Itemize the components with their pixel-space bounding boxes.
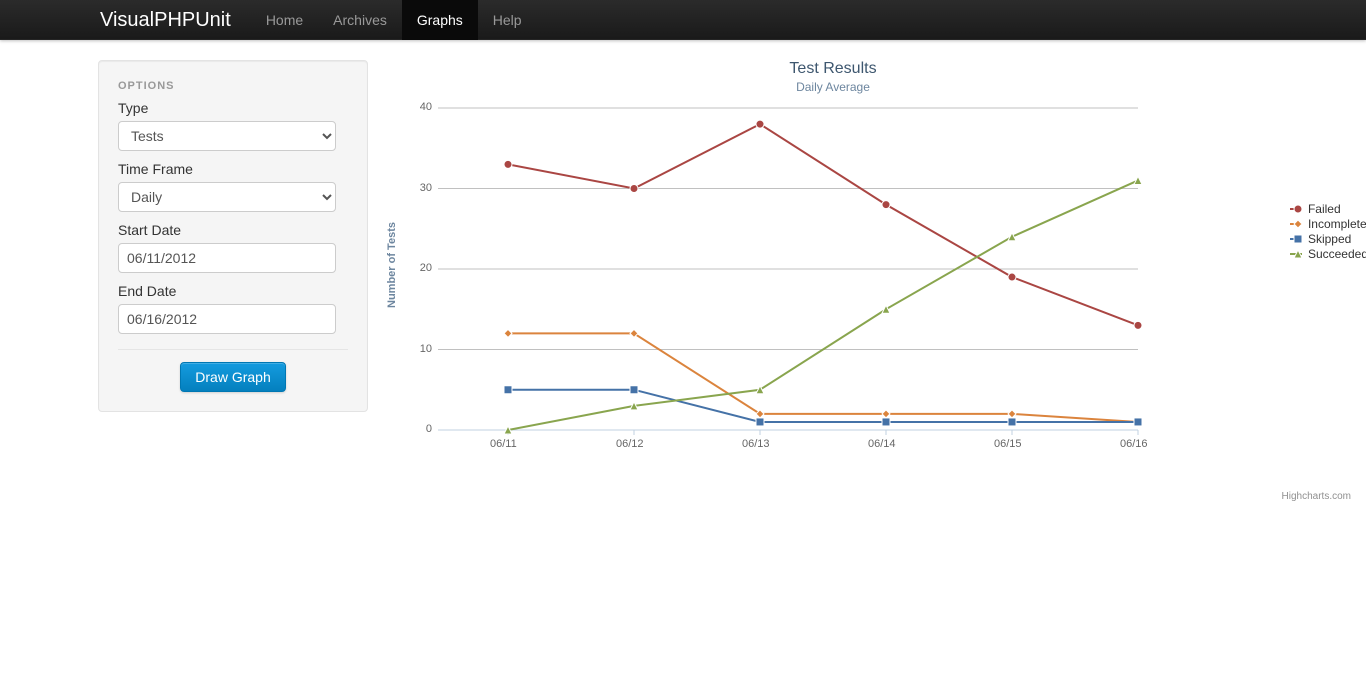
- chart-title: Test Results: [398, 60, 1268, 78]
- end-date-input[interactable]: [118, 304, 336, 334]
- type-label: Type: [118, 100, 348, 116]
- options-divider: [118, 349, 348, 350]
- x-tick-label: 06/15: [994, 438, 1022, 450]
- chart-panel: Test Results Daily Average Number of Tes…: [398, 60, 1268, 498]
- x-tick-label: 06/12: [616, 438, 644, 450]
- y-axis-label: Number of Tests: [386, 222, 398, 308]
- legend-item-succeeded[interactable]: Succeeded: [1290, 247, 1366, 261]
- start-date-input[interactable]: [118, 243, 336, 273]
- legend-marker-icon: [1290, 248, 1302, 260]
- y-tick-label: 10: [420, 343, 432, 355]
- legend-label: Succeeded: [1308, 247, 1366, 261]
- options-header: OPTIONS: [118, 80, 348, 92]
- legend-label: Incomplete: [1308, 217, 1366, 231]
- chart-title-block: Test Results Daily Average: [398, 60, 1268, 94]
- start-date-label: Start Date: [118, 222, 348, 238]
- nav-item-home[interactable]: Home: [251, 0, 318, 40]
- nav-item-graphs[interactable]: Graphs: [402, 0, 478, 40]
- type-select[interactable]: Tests: [118, 121, 336, 151]
- sidebar: OPTIONS Type Tests Time Frame Daily Star…: [98, 60, 368, 412]
- chart-subtitle: Daily Average: [398, 80, 1268, 94]
- nav-item-help[interactable]: Help: [478, 0, 537, 40]
- options-panel: OPTIONS Type Tests Time Frame Daily Star…: [98, 60, 368, 412]
- timeframe-select[interactable]: Daily: [118, 182, 336, 212]
- y-tick-label: 0: [426, 423, 432, 435]
- chart-credit[interactable]: Highcharts.com: [1282, 491, 1351, 502]
- main-container: OPTIONS Type Tests Time Frame Daily Star…: [98, 40, 1268, 498]
- legend-item-skipped[interactable]: Skipped: [1290, 232, 1366, 246]
- chart-plot-area: Number of Tests 010203040 06/1106/1206/1…: [398, 98, 1268, 498]
- legend-item-incomplete[interactable]: Incomplete: [1290, 217, 1366, 231]
- chart-legend: FailedIncompleteSkippedSucceeded: [1290, 202, 1366, 262]
- draw-graph-button[interactable]: Draw Graph: [180, 362, 285, 392]
- timeframe-label: Time Frame: [118, 161, 348, 177]
- y-tick-label: 20: [420, 262, 432, 274]
- nav-item-archives[interactable]: Archives: [318, 0, 402, 40]
- legend-label: Skipped: [1308, 232, 1351, 246]
- x-tick-label: 06/16: [1120, 438, 1148, 450]
- x-tick-label: 06/11: [490, 438, 517, 450]
- y-tick-label: 30: [420, 182, 432, 194]
- x-tick-label: 06/13: [742, 438, 770, 450]
- brand[interactable]: VisualPHPUnit: [100, 0, 251, 40]
- legend-item-failed[interactable]: Failed: [1290, 202, 1366, 216]
- legend-marker-icon: [1290, 203, 1302, 215]
- y-tick-label: 40: [420, 101, 432, 113]
- x-tick-label: 06/14: [868, 438, 896, 450]
- legend-marker-icon: [1290, 218, 1302, 230]
- top-navbar: VisualPHPUnit Home Archives Graphs Help: [0, 0, 1366, 40]
- legend-label: Failed: [1308, 202, 1341, 216]
- end-date-label: End Date: [118, 283, 348, 299]
- legend-marker-icon: [1290, 233, 1302, 245]
